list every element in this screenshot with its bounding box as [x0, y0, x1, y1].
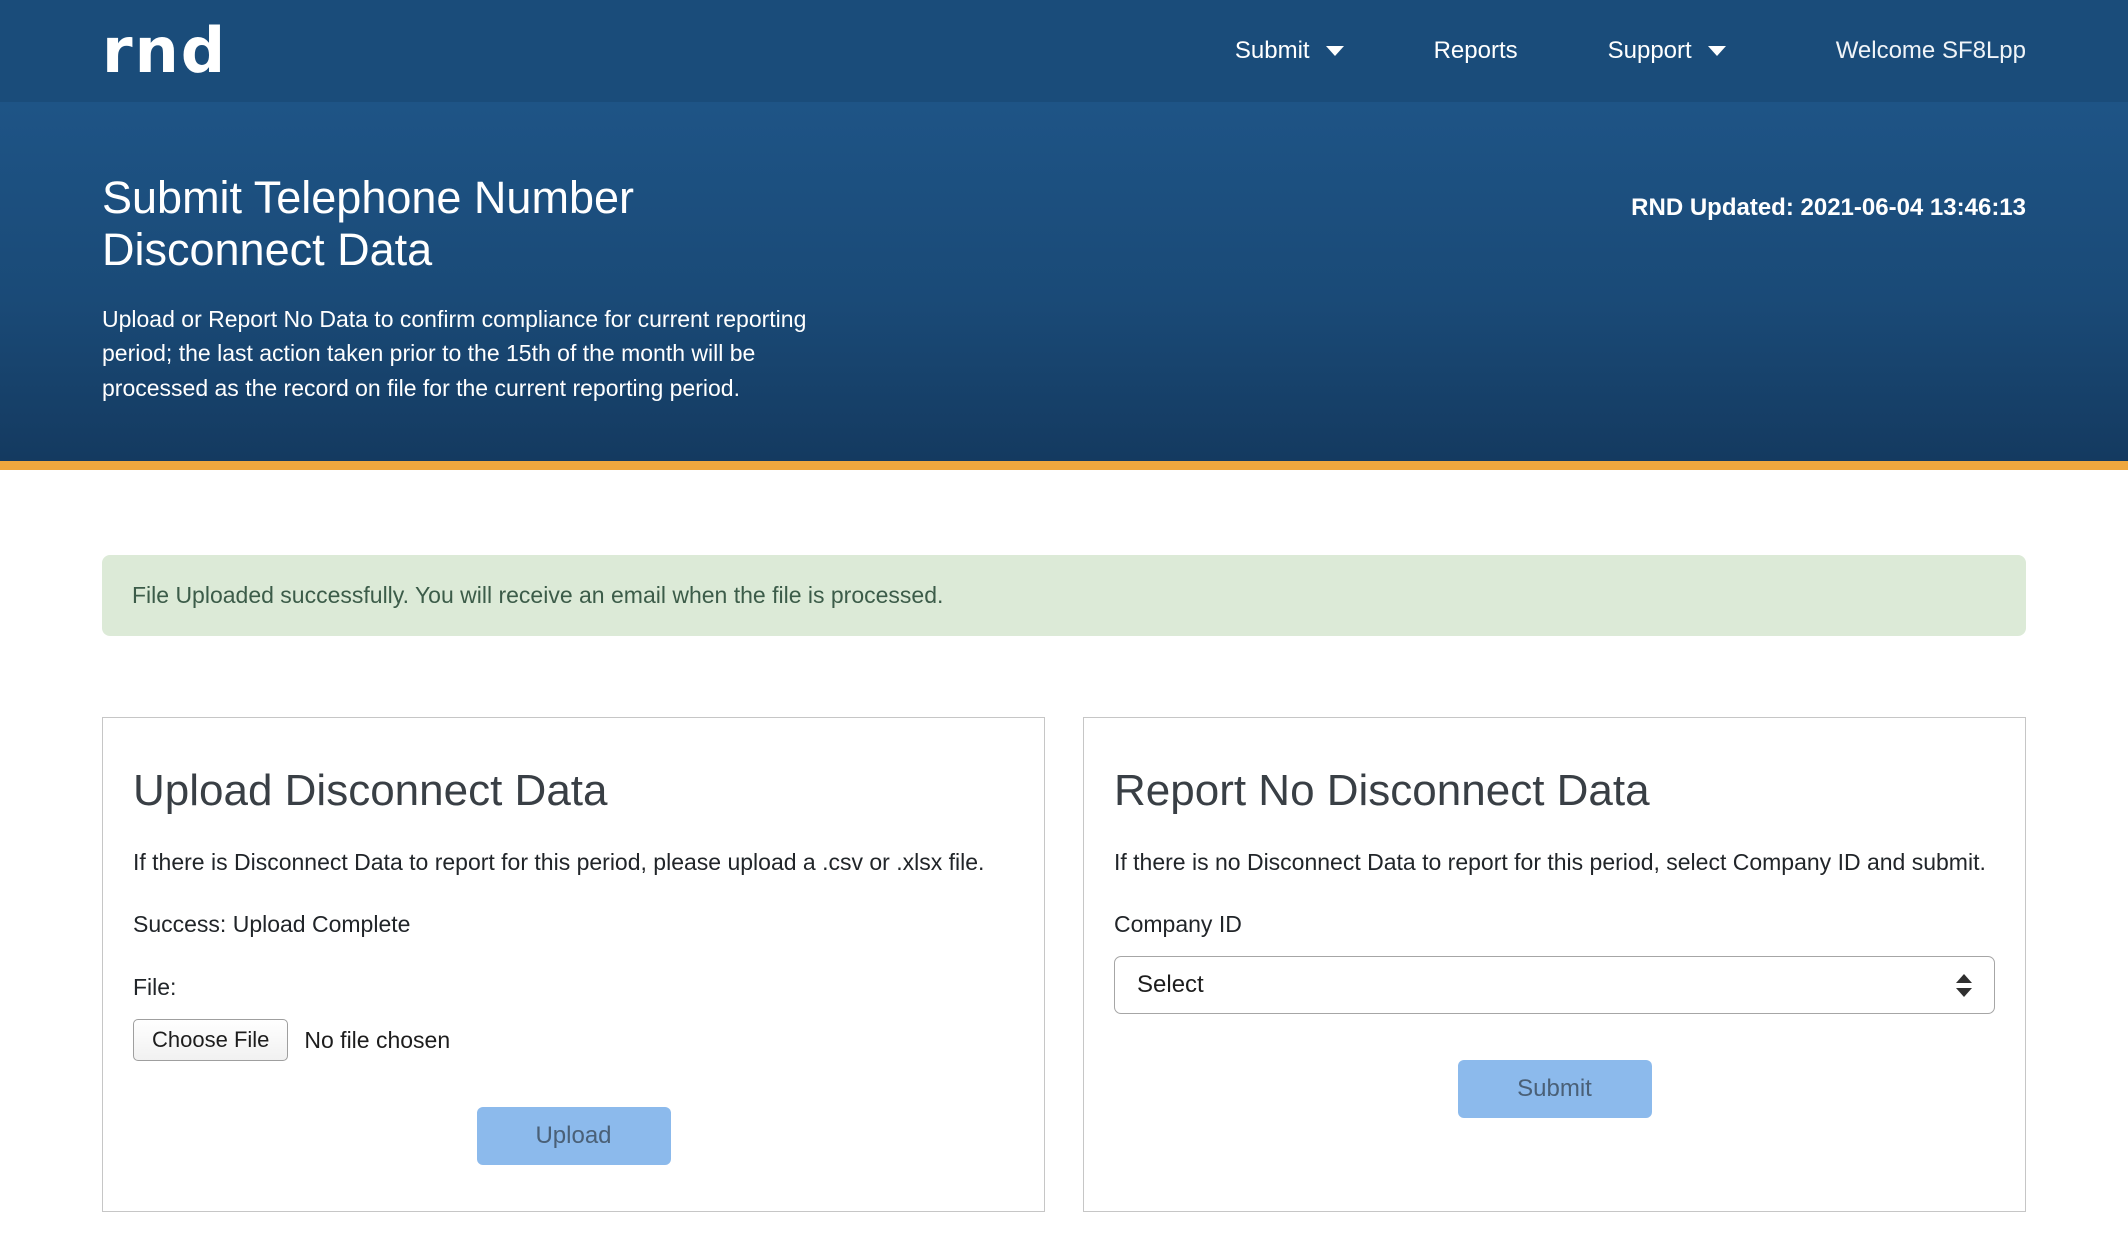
rnd-logo: rnd [102, 20, 227, 82]
report-card-title: Report No Disconnect Data [1114, 766, 1995, 816]
main-content: File Uploaded successfully. You will rec… [0, 555, 2128, 1236]
report-no-disconnect-card: Report No Disconnect Data If there is no… [1083, 717, 2026, 1212]
chevron-down-icon [1326, 46, 1344, 56]
rnd-updated-timestamp: RND Updated: 2021-06-04 13:46:13 [1631, 194, 2026, 222]
upload-button[interactable]: Upload [477, 1107, 671, 1165]
select-updown-icon [1956, 974, 1972, 997]
hero-text-block: Submit Telephone Number Disconnect Data … [102, 172, 807, 405]
company-id-select[interactable]: Select [1114, 956, 1995, 1014]
page-title-line1: Submit Telephone Number [102, 172, 634, 223]
nav-item-reports[interactable]: Reports [1434, 37, 1518, 65]
cards-row: Upload Disconnect Data If there is Disco… [102, 717, 2026, 1236]
page-title: Submit Telephone Number Disconnect Data [102, 172, 807, 276]
nav-item-support[interactable]: Support [1608, 37, 1726, 65]
upload-card-title: Upload Disconnect Data [133, 766, 1014, 816]
nav-item-submit-label: Submit [1235, 37, 1310, 65]
hero-banner: Submit Telephone Number Disconnect Data … [0, 102, 2128, 470]
upload-status-text: Success: Upload Complete [133, 911, 1014, 938]
no-file-chosen-text: No file chosen [304, 1027, 450, 1054]
company-id-label: Company ID [1114, 911, 1995, 938]
file-field-label: File: [133, 974, 1014, 1001]
arrow-down-icon [1956, 988, 1972, 997]
upload-card-description: If there is Disconnect Data to report fo… [133, 846, 1014, 879]
nav-item-support-label: Support [1608, 37, 1692, 65]
company-id-select-value: Select [1137, 971, 1204, 999]
nav-links: Submit Reports Support Welcome SF8Lpp [1145, 37, 2026, 65]
choose-file-button[interactable]: Choose File [133, 1019, 288, 1061]
file-input: Choose File No file chosen [133, 1019, 1014, 1061]
nav-item-reports-label: Reports [1434, 37, 1518, 65]
nav-item-submit[interactable]: Submit [1235, 37, 1344, 65]
page-title-line2: Disconnect Data [102, 224, 432, 275]
submit-button[interactable]: Submit [1458, 1060, 1652, 1118]
arrow-up-icon [1956, 974, 1972, 983]
success-alert: File Uploaded successfully. You will rec… [102, 555, 2026, 636]
top-navbar: rnd Submit Reports Support Welcome SF8Lp… [0, 0, 2128, 102]
page-description: Upload or Report No Data to confirm comp… [102, 302, 807, 406]
upload-disconnect-card: Upload Disconnect Data If there is Disco… [102, 717, 1045, 1212]
chevron-down-icon [1708, 46, 1726, 56]
welcome-user-label: Welcome SF8Lpp [1836, 37, 2026, 65]
report-card-description: If there is no Disconnect Data to report… [1114, 846, 1995, 879]
